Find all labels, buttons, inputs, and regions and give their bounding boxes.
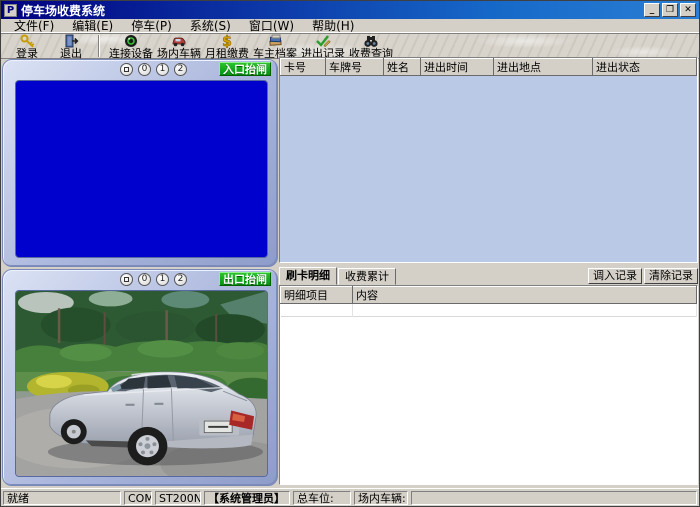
login-button[interactable]: 登录: [7, 33, 47, 59]
detail-tab-bar: 刷卡明细 收费累计 调入记录 清除记录: [279, 267, 698, 285]
in-out-records-button[interactable]: 进出记录: [299, 33, 347, 59]
minimize-button[interactable]: _: [644, 3, 660, 17]
menu-edit[interactable]: 编辑(E): [63, 19, 122, 33]
statusbar: 就绪 COM1 ST200NT2 【系统管理员】 总车位: 场内车辆:: [1, 488, 699, 506]
owner-files-button[interactable]: 车主档案: [251, 33, 299, 59]
menu-help[interactable]: 帮助(H): [303, 19, 363, 33]
exit-gate-lift-button[interactable]: 出口抬闸: [219, 272, 271, 286]
in-out-records-table: 卡号 车牌号 姓名 进出时间 进出地点 进出状态: [279, 57, 698, 263]
tab-fee-total[interactable]: 收费累计: [338, 268, 396, 285]
status-com-port: COM1: [124, 491, 152, 505]
exit-video-feed: [15, 290, 268, 477]
app-window: P 停车场收费系统 _ ❐ ✕ 文件(F) 编辑(E) 停车(P) 系统(S) …: [0, 0, 700, 507]
power-led-icon: [124, 34, 138, 48]
entrance-gate-lift-button[interactable]: 入口抬闸: [219, 62, 271, 76]
status-total-spaces: 总车位:: [293, 491, 351, 505]
dollar-icon: $: [220, 34, 234, 48]
maximize-button[interactable]: ❐: [662, 3, 678, 17]
column-header-location[interactable]: 进出地点: [494, 59, 593, 76]
exit-channel-0-button[interactable]: 0: [138, 273, 151, 286]
card-detail-table: 明细项目 内容: [279, 285, 698, 485]
vehicles-in-lot-button[interactable]: 场内车辆: [155, 33, 203, 59]
column-header-detail-item[interactable]: 明细项目: [281, 287, 353, 304]
exit-door-icon: [64, 34, 79, 48]
menu-system[interactable]: 系统(S): [181, 19, 240, 33]
entrance-video-feed: [15, 80, 268, 258]
window-title: 停车场收费系统: [21, 2, 644, 19]
status-ready: 就绪: [3, 491, 121, 505]
monitor-select-icon[interactable]: [120, 63, 133, 76]
column-header-plate-no[interactable]: 车牌号: [326, 59, 384, 76]
entrance-channel-2-button[interactable]: 2: [174, 63, 187, 76]
camera-column: 0 1 2 入口抬闸 0 1 2 出口抬闸: [2, 57, 278, 486]
status-operator: 【系统管理员】: [204, 491, 290, 505]
column-header-name[interactable]: 姓名: [384, 59, 421, 76]
load-records-button[interactable]: 调入记录: [588, 268, 642, 284]
toolbar-separator: [98, 35, 100, 57]
square-icon: [124, 277, 129, 282]
connect-device-button[interactable]: 连接设备: [107, 33, 155, 59]
square-icon: [124, 67, 129, 72]
svg-text:$: $: [222, 34, 232, 48]
app-icon: P: [4, 4, 17, 17]
car-photo-silver-sedan: [16, 291, 267, 476]
column-header-time[interactable]: 进出时间: [421, 59, 494, 76]
exit-camera-header: 0 1 2 出口抬闸: [3, 270, 277, 288]
logout-button[interactable]: 退出: [51, 33, 91, 59]
status-filler: [411, 491, 697, 505]
tab-card-detail[interactable]: 刷卡明细: [279, 267, 337, 285]
car-icon: [171, 34, 187, 48]
binoculars-icon: [363, 34, 379, 48]
files-icon: [268, 34, 283, 48]
key-icon: [20, 34, 35, 48]
monthly-fee-button[interactable]: $ 月租缴费: [203, 33, 251, 59]
table-row: [281, 304, 697, 317]
entrance-channel-1-button[interactable]: 1: [156, 63, 169, 76]
menubar: 文件(F) 编辑(E) 停车(P) 系统(S) 窗口(W) 帮助(H): [1, 19, 699, 33]
close-button[interactable]: ✕: [680, 3, 696, 17]
column-header-content[interactable]: 内容: [353, 287, 697, 304]
titlebar: P 停车场收费系统 _ ❐ ✕: [1, 1, 699, 19]
record-check-icon: [315, 34, 331, 48]
exit-channel-2-button[interactable]: 2: [174, 273, 187, 286]
menu-file[interactable]: 文件(F): [5, 19, 63, 33]
clear-records-button[interactable]: 清除记录: [644, 268, 698, 284]
menu-window[interactable]: 窗口(W): [240, 19, 303, 33]
entrance-camera-panel: 0 1 2 入口抬闸: [2, 59, 278, 267]
records-column: 卡号 车牌号 姓名 进出时间 进出地点 进出状态 刷卡明细 收费累计 调入记录: [279, 57, 698, 488]
menu-parking[interactable]: 停车(P): [122, 19, 181, 33]
column-header-status[interactable]: 进出状态: [593, 59, 697, 76]
toolbar: 登录 退出 连接设备 场内车辆 $ 月租缴费: [1, 33, 699, 59]
column-header-card-no[interactable]: 卡号: [281, 59, 326, 76]
exit-camera-panel: 0 1 2 出口抬闸: [2, 269, 278, 486]
main-area: 0 1 2 入口抬闸 0 1 2 出口抬闸: [1, 57, 699, 488]
exit-channel-1-button[interactable]: 1: [156, 273, 169, 286]
status-in-lot-vehicles: 场内车辆:: [354, 491, 408, 505]
monitor-select-icon[interactable]: [120, 273, 133, 286]
status-device: ST200NT2: [155, 491, 201, 505]
fee-inquiry-button[interactable]: 收费查询: [347, 33, 395, 59]
entrance-channel-0-button[interactable]: 0: [138, 63, 151, 76]
entrance-camera-header: 0 1 2 入口抬闸: [3, 60, 277, 78]
